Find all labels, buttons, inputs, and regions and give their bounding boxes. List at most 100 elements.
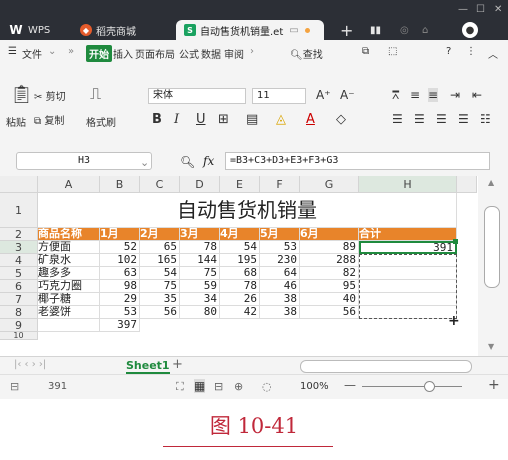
row-header-5[interactable]: 5 xyxy=(0,267,38,280)
header-cell-feb[interactable]: 2月 xyxy=(140,228,180,241)
new-tab-button[interactable]: + xyxy=(340,20,353,40)
page-break-view-icon[interactable]: ⊟ xyxy=(214,380,223,393)
horizontal-scrollbar[interactable] xyxy=(300,360,472,373)
tab-store[interactable]: ◆ 稻壳商城 xyxy=(80,20,136,40)
highlight-icon[interactable]: ◬ xyxy=(276,112,286,127)
active-cell-total[interactable]: 391 xyxy=(359,241,457,254)
col-header-f[interactable]: F xyxy=(260,176,300,193)
table-cell-name[interactable]: 矿泉水 xyxy=(38,254,100,267)
justify-icon[interactable]: ☰ xyxy=(458,112,469,126)
share-window-icon[interactable]: ⬚ xyxy=(388,46,397,57)
table-cell[interactable]: 26 xyxy=(220,293,260,306)
paste-icon[interactable]: 📋︎ xyxy=(10,84,33,105)
indent-icon[interactable]: ⇥ xyxy=(450,88,460,102)
header-cell-jan[interactable]: 1月 xyxy=(100,228,140,241)
zoom-out-button[interactable]: — xyxy=(344,378,356,392)
sheet-tab-sheet1[interactable]: Sheet1 xyxy=(126,359,170,374)
sheet-title-cell[interactable]: 自动售货机销量 xyxy=(38,193,457,228)
col-header-e[interactable]: E xyxy=(220,176,260,193)
table-cell[interactable]: 95 xyxy=(300,280,359,293)
row-header-6[interactable]: 6 xyxy=(0,280,38,293)
tab-wps[interactable]: W WPS xyxy=(8,20,50,40)
find-button[interactable]: 🔍︎查找 xyxy=(290,46,323,61)
table-cell[interactable]: 40 xyxy=(300,293,359,306)
layout-icon[interactable]: ▮▮ xyxy=(370,20,381,40)
header-cell-apr[interactable]: 4月 xyxy=(220,228,260,241)
tab-start[interactable]: 开始 xyxy=(86,45,112,62)
grow-font-button[interactable]: A⁺ xyxy=(316,88,331,102)
spreadsheet-grid[interactable]: A B C D E F G H 1 2 3 4 5 6 7 8 9 10 自动售… xyxy=(0,176,508,356)
zoom-in-button[interactable]: + xyxy=(488,377,500,393)
header-cell-mar[interactable]: 3月 xyxy=(180,228,220,241)
help-icon[interactable]: ? xyxy=(446,46,451,57)
format-painter-button[interactable]: 格式刷 xyxy=(86,114,116,129)
header-cell-jun[interactable]: 6月 xyxy=(300,228,359,241)
chevron-down-icon[interactable]: ⌄ xyxy=(140,156,149,169)
table-cell[interactable]: 288 xyxy=(300,254,359,267)
table-cell[interactable] xyxy=(38,319,100,332)
minimize-icon[interactable]: — xyxy=(458,4,468,15)
border-icon[interactable]: ⊞ xyxy=(218,112,229,127)
zoom-level[interactable]: 100% xyxy=(300,381,329,392)
table-cell[interactable]: 68 xyxy=(220,267,260,280)
table-cell[interactable]: 82 xyxy=(300,267,359,280)
col-header-b[interactable]: B xyxy=(100,176,140,193)
tab-document[interactable]: S 自动售货机销量.et ▭ xyxy=(176,20,324,40)
fill-color-icon[interactable]: ▤ xyxy=(246,112,258,127)
col-header-h[interactable]: H xyxy=(359,176,457,193)
table-cell[interactable]: 35 xyxy=(140,293,180,306)
tab-window-icon[interactable]: ▭ xyxy=(289,25,298,36)
underline-button[interactable]: U xyxy=(196,112,206,127)
close-icon[interactable]: ✕ xyxy=(494,4,502,15)
scroll-right-icon[interactable]: › xyxy=(250,46,254,57)
table-cell[interactable]: 56 xyxy=(140,306,180,319)
zoom-slider[interactable] xyxy=(362,386,462,387)
row-header-3[interactable]: 3 xyxy=(0,241,38,254)
share-icon[interactable]: ⌂ xyxy=(422,20,428,40)
vertical-scrollbar[interactable]: ▲ ▼ xyxy=(478,176,508,356)
font-color-icon[interactable]: A xyxy=(306,112,315,127)
cut-button[interactable]: ✂ 剪切 xyxy=(34,88,66,103)
table-cell[interactable]: 38 xyxy=(260,293,300,306)
col-header-g[interactable]: G xyxy=(300,176,359,193)
row-header-8[interactable]: 8 xyxy=(0,306,38,319)
row-header-4[interactable]: 4 xyxy=(0,254,38,267)
paste-button[interactable]: 粘贴 xyxy=(6,114,26,129)
table-cell-name[interactable]: 老婆饼 xyxy=(38,306,100,319)
header-cell-may[interactable]: 5月 xyxy=(260,228,300,241)
font-name-select[interactable]: 宋体 xyxy=(148,88,246,104)
row-header-1[interactable]: 1 xyxy=(0,193,38,228)
tab-review[interactable]: 审阅 xyxy=(224,46,244,61)
row9-value-cell[interactable]: 397 xyxy=(100,319,140,332)
copy-button[interactable]: ⧉ 复制 xyxy=(34,112,64,127)
col-header-d[interactable]: D xyxy=(180,176,220,193)
table-cell[interactable]: 53 xyxy=(100,306,140,319)
zoom-slider-thumb[interactable] xyxy=(424,381,435,392)
formula-input[interactable]: =B3+C3+D3+E3+F3+G3 xyxy=(225,152,490,170)
tab-insert[interactable]: 插入 xyxy=(113,46,133,61)
table-cell[interactable]: 230 xyxy=(260,254,300,267)
fx-icon[interactable]: fx xyxy=(203,154,214,168)
table-cell[interactable]: 75 xyxy=(140,280,180,293)
col-header-a[interactable]: A xyxy=(38,176,100,193)
outdent-icon[interactable]: ⇤ xyxy=(472,88,482,102)
protect-view-icon[interactable]: ⛶ xyxy=(176,380,184,394)
row-header-10[interactable]: 10 xyxy=(0,332,38,340)
table-cell[interactable]: 59 xyxy=(180,280,220,293)
col-header-c[interactable]: C xyxy=(140,176,180,193)
table-cell[interactable]: 29 xyxy=(100,293,140,306)
row-header-9[interactable]: 9 xyxy=(0,319,38,332)
table-cell[interactable]: 78 xyxy=(220,280,260,293)
normal-view-icon[interactable]: ▦ xyxy=(194,379,206,393)
table-cell-name[interactable]: 椰子糖 xyxy=(38,293,100,306)
distributed-icon[interactable]: ☷ xyxy=(480,112,491,126)
table-cell[interactable]: 38 xyxy=(260,306,300,319)
more-options-icon[interactable]: ⋮ xyxy=(466,46,476,57)
scrollbar-thumb[interactable] xyxy=(484,206,500,288)
window-icon[interactable]: ⧉ xyxy=(362,46,369,57)
table-cell[interactable]: 54 xyxy=(140,267,180,280)
table-cell[interactable]: 53 xyxy=(260,241,300,254)
align-left-icon[interactable]: ☰ xyxy=(392,112,403,126)
chevron-down-icon[interactable]: ⌄ xyxy=(48,46,56,57)
table-cell[interactable]: 64 xyxy=(260,267,300,280)
